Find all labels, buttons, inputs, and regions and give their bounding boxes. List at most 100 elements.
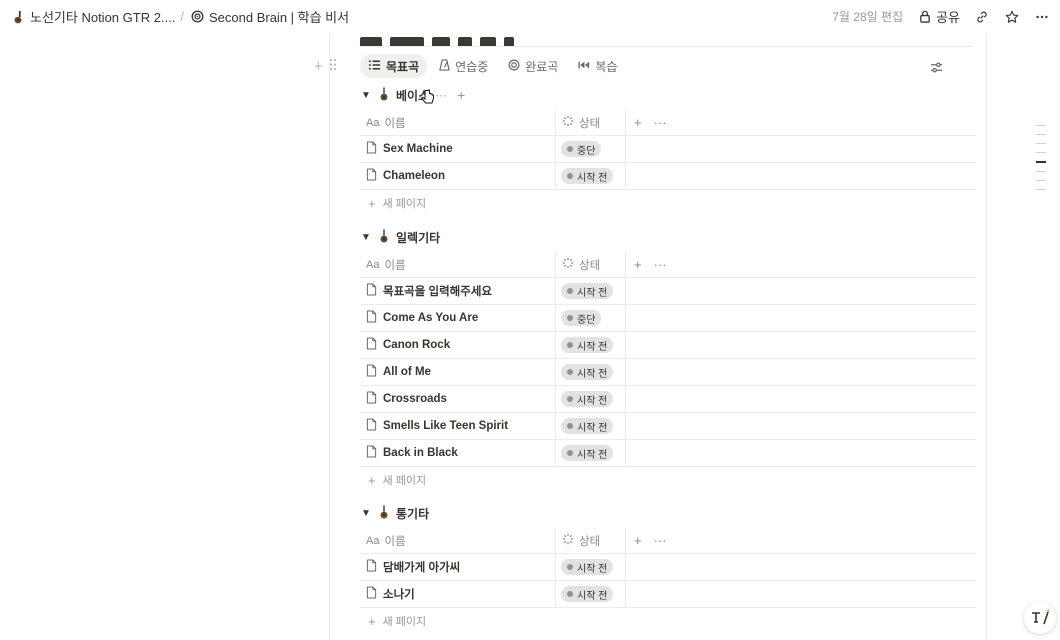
star-icon[interactable]: [1004, 9, 1020, 25]
list-icon: [368, 59, 381, 74]
cell-status[interactable]: 시작 전: [556, 581, 626, 607]
mouse-cursor-icon: [421, 89, 435, 108]
cell-name[interactable]: Chameleon: [360, 163, 556, 189]
group-more-icon[interactable]: ···: [435, 88, 447, 102]
new-page-label: 새 페이지: [382, 475, 427, 487]
row-title: Chameleon: [383, 170, 445, 182]
column-header-name[interactable]: Aa 이름: [360, 252, 556, 277]
property-more-icon[interactable]: ···: [654, 257, 667, 272]
status-label: 중단: [577, 145, 596, 157]
view-tab-target-songs[interactable]: 목표곡: [360, 54, 428, 78]
row-title: Crossroads: [383, 393, 447, 405]
block-handles: +: [314, 58, 337, 75]
table-row[interactable]: 목표곡을 입력해주세요 시작 전: [360, 278, 976, 305]
cell-status[interactable]: 시작 전: [556, 413, 626, 439]
page-icon: [366, 283, 377, 299]
status-badge: 중단: [561, 141, 602, 157]
view-tab-label: 완료곡: [525, 59, 559, 74]
table-row[interactable]: Back in Black 시작 전: [360, 440, 976, 467]
breadcrumb-item-page[interactable]: Second Brain | 학습 비서: [189, 7, 349, 26]
database-view-tabs: 목표곡 연습중 완료곡 복습: [360, 54, 972, 78]
cell-name[interactable]: Back in Black: [360, 440, 556, 466]
status-label: 시작 전: [577, 287, 608, 299]
cell-status[interactable]: 시작 전: [556, 440, 626, 466]
cell-status[interactable]: 시작 전: [556, 278, 626, 304]
notion-ai-button[interactable]: [1024, 602, 1056, 634]
collapse-caret-icon[interactable]: ▼: [360, 508, 372, 519]
view-tab-review[interactable]: 복습: [570, 54, 625, 78]
new-page-button[interactable]: + 새 페이지: [360, 190, 976, 216]
page-icon: [366, 337, 377, 353]
page-icon: [366, 559, 377, 575]
column-header-status[interactable]: 상태: [556, 110, 626, 135]
link-icon[interactable]: [974, 9, 990, 25]
group-acoustic-guitar: ▼ 통기타 Aa 이름 상태 + ··· 담배가게 아가씨 시작 전 소나기 시작 전 + 새 페이지: [360, 502, 976, 634]
status-badge: 시작 전: [561, 586, 614, 602]
cell-status[interactable]: 시작 전: [556, 554, 626, 580]
cell-status[interactable]: 시작 전: [556, 359, 626, 385]
cell-status[interactable]: 시작 전: [556, 163, 626, 189]
status-badge: 시작 전: [561, 391, 614, 407]
page-icon: [366, 364, 377, 380]
group-header[interactable]: ▼ 베이스 ··· +: [360, 84, 976, 106]
group-header[interactable]: ▼ 일렉기타: [360, 226, 976, 248]
cell-name[interactable]: All of Me: [360, 359, 556, 385]
column-header-row: Aa 이름 상태 + ···: [360, 110, 976, 136]
table-row[interactable]: 소나기 시작 전: [360, 581, 976, 608]
status-label: 중단: [577, 314, 596, 326]
new-page-button[interactable]: + 새 페이지: [360, 467, 976, 493]
cell-status[interactable]: 중단: [556, 136, 626, 162]
status-label: 시작 전: [577, 395, 608, 407]
column-header-status[interactable]: 상태: [556, 528, 626, 553]
collapse-caret-icon[interactable]: ▼: [360, 90, 372, 101]
table-row[interactable]: Sex Machine 중단: [360, 136, 976, 163]
view-tab-label: 연습중: [455, 59, 489, 74]
property-more-icon[interactable]: ···: [654, 115, 667, 130]
table-row[interactable]: All of Me 시작 전: [360, 359, 976, 386]
table-row[interactable]: Smells Like Teen Spirit 시작 전: [360, 413, 976, 440]
title-divider: [360, 46, 972, 47]
table-row[interactable]: Crossroads 시작 전: [360, 386, 976, 413]
more-icon[interactable]: [1034, 9, 1050, 25]
view-tab-completed[interactable]: 완료곡: [500, 54, 566, 78]
add-property-icon[interactable]: +: [634, 257, 642, 272]
ai-assistant-icon: [1029, 607, 1051, 630]
cell-status[interactable]: 시작 전: [556, 386, 626, 412]
table-row[interactable]: Come As You Are 중단: [360, 305, 976, 332]
cell-name[interactable]: Come As You Are: [360, 305, 556, 331]
cell-name[interactable]: 목표곡을 입력해주세요: [360, 278, 556, 304]
breadcrumb-item-workspace[interactable]: 노선기타 Notion GTR 2....: [10, 7, 175, 26]
column-header-status[interactable]: 상태: [556, 252, 626, 277]
view-settings-icon[interactable]: [930, 60, 1028, 76]
cell-name[interactable]: Crossroads: [360, 386, 556, 412]
column-header-name[interactable]: Aa 이름: [360, 110, 556, 135]
collapse-caret-icon[interactable]: ▼: [360, 232, 372, 243]
add-property-icon[interactable]: +: [634, 115, 642, 130]
status-label: 시작 전: [577, 449, 608, 461]
column-header-name[interactable]: Aa 이름: [360, 528, 556, 553]
add-property-icon[interactable]: +: [634, 533, 642, 548]
cell-status[interactable]: 시작 전: [556, 332, 626, 358]
new-page-button[interactable]: + 새 페이지: [360, 608, 976, 634]
table-row[interactable]: Chameleon 시작 전: [360, 163, 976, 190]
cell-name[interactable]: 담배가게 아가씨: [360, 554, 556, 580]
cell-name[interactable]: 소나기: [360, 581, 556, 607]
status-badge: 시작 전: [561, 418, 614, 434]
status-badge: 시작 전: [561, 364, 614, 380]
cell-name[interactable]: Smells Like Teen Spirit: [360, 413, 556, 439]
group-add-icon[interactable]: +: [457, 87, 465, 103]
cell-name[interactable]: Canon Rock: [360, 332, 556, 358]
guitar-icon: [378, 504, 390, 522]
view-tab-practicing[interactable]: 연습중: [431, 54, 496, 78]
add-block-icon[interactable]: +: [314, 58, 323, 75]
drag-handle-icon[interactable]: [329, 58, 337, 75]
cell-name[interactable]: Sex Machine: [360, 136, 556, 162]
table-row[interactable]: 담배가게 아가씨 시작 전: [360, 554, 976, 581]
cell-status[interactable]: 중단: [556, 305, 626, 331]
page-outline[interactable]: [1036, 125, 1046, 190]
column-header-label: 상태: [579, 535, 601, 548]
group-header[interactable]: ▼ 통기타: [360, 502, 976, 524]
property-more-icon[interactable]: ···: [654, 533, 667, 548]
table-row[interactable]: Canon Rock 시작 전: [360, 332, 976, 359]
group-title: 일렉기타: [396, 230, 441, 245]
